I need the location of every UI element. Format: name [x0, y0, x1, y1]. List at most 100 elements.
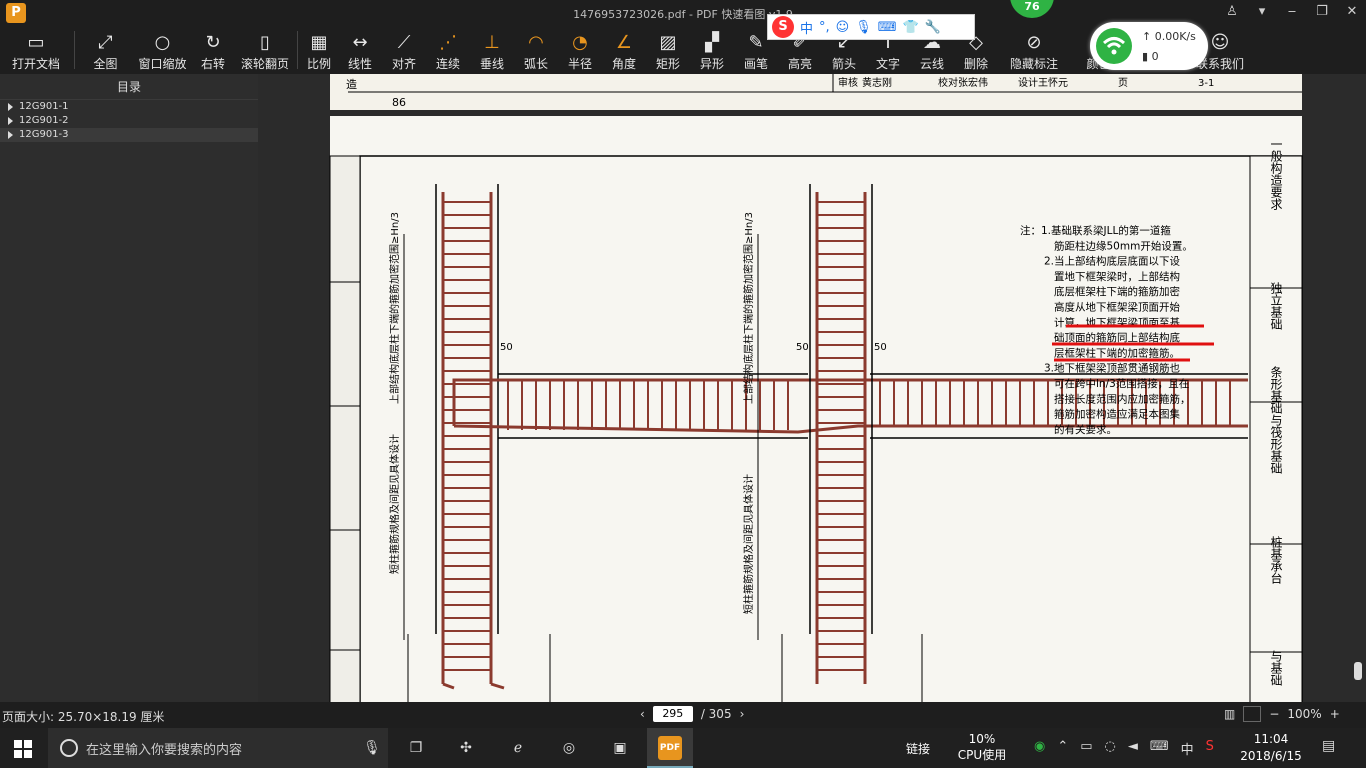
scrollbar-thumb[interactable]	[1354, 662, 1362, 680]
continuous-page-icon[interactable]	[1243, 706, 1262, 722]
taskbar-search[interactable]: 在这里输入你要搜索的内容	[48, 728, 388, 768]
mic-icon[interactable]: 🎙	[855, 20, 872, 35]
toolbar-label: 文字	[875, 57, 900, 71]
toc-item[interactable]: 12G901-1	[0, 100, 258, 114]
prev-page-button[interactable]: ‹	[640, 707, 645, 721]
toolbar-label: 右转	[200, 57, 225, 71]
toolbar-folder-button[interactable]: ▭ 打开文档	[0, 26, 72, 74]
toolbar-arc-length-button[interactable]: ◠ 弧长	[514, 26, 558, 74]
ime-tray-label[interactable]: 中	[1181, 739, 1194, 758]
toolbar-label: 矩形	[655, 57, 680, 71]
toolbar-angle-button[interactable]: ∠ 角度	[602, 26, 646, 74]
toolbar-perpendicular-button[interactable]: ⊥ 垂线	[470, 26, 514, 74]
ime-mode-label[interactable]: 中	[800, 18, 813, 37]
minimize-button[interactable]: ‒	[1286, 4, 1298, 19]
keyboard-tray-icon[interactable]: ⌨	[1150, 739, 1169, 758]
expand-icon[interactable]	[8, 117, 13, 125]
windows-taskbar: 在这里输入你要搜索的内容 🎙 ❐ ✣ ℯ ◎ ▣ PDF 链接 10% CPU使…	[0, 728, 1366, 768]
link-label[interactable]: 链接	[906, 740, 930, 757]
toolbar-label: 画笔	[743, 57, 768, 71]
toolbar-fullview-button[interactable]: ⤢ 全图	[77, 26, 134, 74]
toolbar-label: 滚轮翻页	[240, 57, 289, 71]
cpu-percent: 10%	[968, 732, 996, 746]
vertical-scrollbar[interactable]	[1350, 74, 1366, 702]
show-hidden-icons[interactable]: ⌃	[1057, 739, 1068, 758]
upload-speed: ↑ 0.00K/s	[1142, 30, 1196, 43]
toolbar-irregular-button[interactable]: ▞ 异形	[690, 26, 734, 74]
ime-punct-label[interactable]: °,	[819, 20, 830, 35]
maximize-button[interactable]: ❐	[1316, 4, 1328, 19]
expand-icon[interactable]	[8, 131, 13, 139]
zoom-controls: ▥ − 100% +	[1224, 706, 1340, 722]
emoji-icon[interactable]: ☺	[836, 20, 850, 35]
side-tab-label: 条形基础与筏形基础	[1269, 366, 1283, 474]
hide-icon: ⊘	[1026, 31, 1042, 53]
folder-icon: ▭	[27, 31, 45, 53]
contact-icon: ☺	[1210, 31, 1230, 53]
network-speed-widget[interactable]: ↑ 0.00K/s ▮ 0	[1090, 22, 1208, 70]
windows-start-icon[interactable]	[14, 740, 32, 758]
toolbar-scale-button[interactable]: ▦ 比例	[300, 26, 338, 74]
prev-page-label: 造	[346, 77, 357, 91]
toolbar-radius-button[interactable]: ◔ 半径	[558, 26, 602, 74]
toolbar-linear-button[interactable]: ↔ 线性	[338, 26, 382, 74]
toolbar-label: 隐藏标注	[1009, 57, 1058, 71]
task-view-icon[interactable]: ❐	[404, 736, 428, 760]
notification-icon[interactable]: ▤	[1322, 738, 1342, 756]
cortana-icon[interactable]	[60, 739, 78, 757]
toolbar-mouse-wheel-button[interactable]: ▯ 滚轮翻页	[235, 26, 295, 74]
pdf-viewer-task[interactable]: PDF	[647, 728, 693, 768]
left-vertical-label: 上部结构底层柱下端的箍筋加密范围≥Hn/3	[388, 212, 401, 404]
toolbar-rotate-right-button[interactable]: ↻ 右转	[191, 26, 235, 74]
battery-icon[interactable]: ▭	[1080, 739, 1092, 758]
cpu-usage[interactable]: 10% CPU使用	[950, 731, 1014, 763]
toolbar-align-button[interactable]: ⟋ 对齐	[382, 26, 426, 74]
settings-wrench-icon[interactable]: 🔧	[925, 20, 941, 35]
dim-50-label: 50	[796, 342, 809, 353]
toc-item[interactable]: 12G901-2	[0, 114, 258, 128]
toolbar-separator	[74, 31, 75, 69]
page-input[interactable]: 295	[652, 706, 693, 722]
close-button[interactable]: ✕	[1346, 4, 1358, 19]
browser-app-icon[interactable]: ◎	[557, 736, 581, 760]
user-icon[interactable]: ♙	[1226, 4, 1238, 19]
ime-toolbar[interactable]: S 中 °, ☺ 🎙 ⌨ 👕 🔧	[767, 14, 975, 40]
zoom-in-button[interactable]: +	[1330, 707, 1340, 721]
toolbar-zoom-window-button[interactable]: ○ 窗口缩放	[134, 26, 191, 74]
document-viewer[interactable]: 造 86 审核 黄志刚 校对 张宏伟 设计 王怀元 页 3-1 一般构造要求 独立基础 条形基础与…	[258, 74, 1350, 702]
microphone-icon[interactable]: 🎙	[360, 736, 384, 760]
clock[interactable]: 11:04 2018/6/15	[1240, 731, 1302, 765]
title-block-cell: 校对	[938, 76, 958, 89]
fan-app-icon[interactable]: ✣	[454, 736, 478, 760]
perpendicular-icon: ⊥	[484, 31, 500, 53]
zoom-out-button[interactable]: −	[1269, 707, 1279, 721]
next-page-button[interactable]: ›	[740, 707, 745, 721]
edge-browser-icon[interactable]: ℯ	[506, 736, 530, 760]
single-page-icon[interactable]: ▥	[1224, 707, 1235, 721]
align-icon: ⟋	[397, 31, 411, 53]
wifi-tray-icon[interactable]: ◉	[1034, 739, 1045, 758]
title-block-cell: 3-1	[1198, 78, 1214, 89]
toolbar-hide-button[interactable]: ⊘ 隐藏标注	[998, 26, 1070, 74]
clock-time: 11:04	[1253, 732, 1289, 746]
note-line: 底层框架柱下端的箍筋加密	[1054, 285, 1180, 298]
toolbar-continuous-button[interactable]: ⋰ 连续	[426, 26, 470, 74]
note-line: 础顶面的箍筋同上部结构底	[1054, 331, 1180, 344]
toc-item[interactable]: 12G901-3	[0, 128, 258, 142]
keyboard-icon[interactable]: ⌨	[878, 20, 897, 35]
sogou-tray-icon[interactable]: S	[1206, 739, 1214, 758]
volume-icon[interactable]: ◄	[1128, 739, 1138, 758]
toolbar-label: 窗口缩放	[138, 57, 187, 71]
title-block-cell: 页	[1118, 77, 1128, 89]
title-block-cell: 王怀元	[1038, 77, 1068, 89]
toolbar-rectangle-button[interactable]: ▨ 矩形	[646, 26, 690, 74]
file-manager-icon[interactable]: ▣	[608, 736, 632, 760]
skin-icon[interactable]: 👕	[903, 20, 919, 35]
network-icon[interactable]: ◌	[1105, 739, 1116, 758]
title-block-cell: 张宏伟	[958, 76, 988, 89]
expand-icon[interactable]	[8, 103, 13, 111]
note-line: 箍筋加密构造应满足本图集	[1054, 408, 1180, 421]
note-line: 置地下框架梁时，上部结构	[1054, 270, 1180, 283]
menu-icon[interactable]: ▾	[1256, 4, 1268, 19]
angle-icon: ∠	[615, 31, 633, 53]
